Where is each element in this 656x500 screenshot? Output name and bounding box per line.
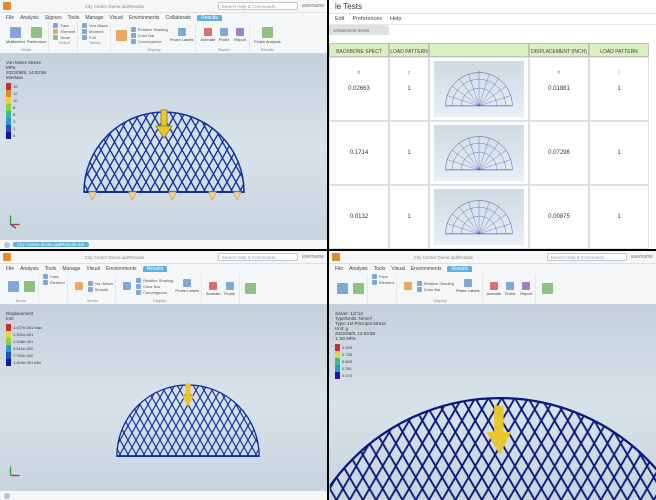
ribbon-br: Face Element Relative Shading Color Bar …	[329, 273, 656, 305]
table-row: 0.013210.008751	[329, 185, 656, 249]
search-input-br[interactable]: Search Help & Commands...	[547, 253, 627, 261]
panel-bottom-right: City Center Dome.iad/Results Search Help…	[329, 251, 656, 500]
btn-preference[interactable]: Preference	[27, 27, 47, 44]
viewport-br[interactable]: Solver: 1/2:14Type/Units: N/mm²Type: 1st…	[329, 305, 656, 500]
dome-mesh-zoom	[329, 383, 656, 500]
nav-toggle[interactable]	[4, 242, 10, 248]
dome-mesh-bl	[108, 375, 268, 465]
btn-animate[interactable]: Animate	[200, 28, 215, 42]
btn-moment[interactable]: Moment	[82, 29, 107, 34]
window-title: City Center Dome.iad/Results	[15, 255, 214, 260]
ribbon-group-report: Animate Probe Report Report	[198, 23, 250, 52]
menu-manage[interactable]: Manage	[85, 15, 103, 21]
btn-finish[interactable]: Finish Analysis	[254, 27, 280, 44]
search-input-bl[interactable]: Search Help & Commands...	[218, 253, 298, 261]
table-menu: Edit Preferences Help	[329, 14, 656, 25]
table-header: BACKBONE SPECTLOAD PATTERNDISPLACEMENT (…	[329, 43, 656, 57]
dome-mesh	[74, 102, 254, 202]
panel-bottom-left: City Center Dome.iad/Results Search Help…	[0, 251, 327, 500]
viewport-tl[interactable]: Von Mises Stress MPa 2022/08/8, 14:03:58…	[0, 54, 327, 239]
ribbon-group-select: Face Element Node Select	[51, 23, 78, 52]
menubar-bl: File Analysis Tools Manage Visual Enviro…	[0, 263, 327, 273]
table-row: 0.0266310.018811	[329, 57, 656, 121]
ribbon-group-results: Finish Analysis Results	[252, 23, 282, 52]
menu-collaborate[interactable]: Collaborate	[166, 15, 192, 21]
menu-analysis[interactable]: Analysis	[20, 15, 39, 21]
ribbon-group-mode: Multiselect Preference Mode	[4, 23, 49, 52]
table-title: le Tests	[329, 0, 656, 14]
btn-multiselect[interactable]: Multiselect	[6, 27, 25, 44]
axis-triad-bl	[6, 462, 24, 480]
bottom-bar: City Center Dome.iad/Results.ism	[0, 239, 327, 249]
menu-environments[interactable]: Environments	[129, 15, 160, 21]
user-label[interactable]: username	[302, 254, 324, 260]
table-row: 0.171410.072961	[329, 121, 656, 185]
results-table: bcfhi BACKBONE SPECTLOAD PATTERNDISPLACE…	[329, 35, 656, 249]
btn-probe-labels[interactable]: Probe Labels	[170, 28, 194, 42]
viewport-bl[interactable]: Displacement mm 1.477e-001 Max1.301e-001…	[0, 305, 327, 490]
ribbon-group-stress: Von Mises Moment Full Stress	[80, 23, 110, 52]
bottom-bar-bl	[0, 490, 327, 500]
ribbon-group-display: Relative Shading Color Bar Convergence P…	[113, 23, 197, 52]
tm-help[interactable]: Help	[390, 16, 401, 22]
titlebar-bl: City Center Dome.iad/Results Search Help…	[0, 251, 327, 263]
panel-top-right: le Tests Edit Preferences Help certainme…	[329, 0, 656, 249]
ribbon: Multiselect Preference Mode Face Element…	[0, 22, 327, 54]
menu-visual[interactable]: Visual	[109, 15, 123, 21]
btn-smooth-shading[interactable]: Relative Shading	[131, 27, 168, 32]
side-tab[interactable]: certainment levels	[329, 25, 389, 35]
titlebar-br: City Center Dome.iad/Results Search Help…	[329, 251, 656, 263]
sel-face[interactable]: Face	[53, 23, 75, 28]
inventor-logo	[3, 2, 11, 10]
inventor-logo	[3, 253, 11, 261]
axis-triad	[6, 211, 24, 229]
titlebar: City Center Dome.iad/Results Search Help…	[0, 0, 327, 12]
search-input[interactable]: Search Help & Commands...	[218, 2, 298, 10]
menu-sigours[interactable]: Sigours	[45, 15, 62, 21]
menu-file[interactable]: File	[6, 15, 14, 21]
tm-edit[interactable]: Edit	[335, 16, 344, 22]
btn-vonmises[interactable]: Von Mises	[82, 23, 107, 28]
menubar: File Analysis Sigours Tools Manage Visua…	[0, 12, 327, 22]
legend-stress: Von Mises Stress MPa 2022/08/8, 14:03:58…	[6, 60, 46, 139]
menu-tools[interactable]: Tools	[68, 15, 80, 21]
tm-prefs[interactable]: Preferences	[352, 16, 382, 22]
ribbon-bl: Mode Face Element Von Mises Smooth Stres…	[0, 273, 327, 305]
legend-principal: Solver: 1/2:14Type/Units: N/mm²Type: 1st…	[335, 311, 386, 379]
panel-top-left: City Center Dome.iad/Results Search Help…	[0, 0, 327, 249]
btn-report[interactable]: Report	[233, 28, 247, 42]
legend-displacement: Displacement mm 1.477e-001 Max1.301e-001…	[6, 311, 42, 366]
btn-conv[interactable]: Convergence	[131, 39, 168, 44]
btn-color-bar[interactable]: Color Bar	[131, 33, 168, 38]
btn-adjust[interactable]	[115, 30, 129, 41]
col-letters: bcfhi	[329, 70, 656, 78]
menubar-br: File Analysis Tools Visual Environments …	[329, 263, 656, 273]
window-title: City Center Dome.iad/Results	[15, 4, 214, 9]
btn-probe[interactable]: Probe	[217, 28, 231, 42]
doc-tab[interactable]: City Center Dome.iad/Results.ism	[13, 242, 89, 247]
sel-element[interactable]: Element	[53, 29, 75, 34]
user-label[interactable]: username	[302, 3, 324, 9]
tab-results[interactable]: Results	[197, 15, 222, 21]
